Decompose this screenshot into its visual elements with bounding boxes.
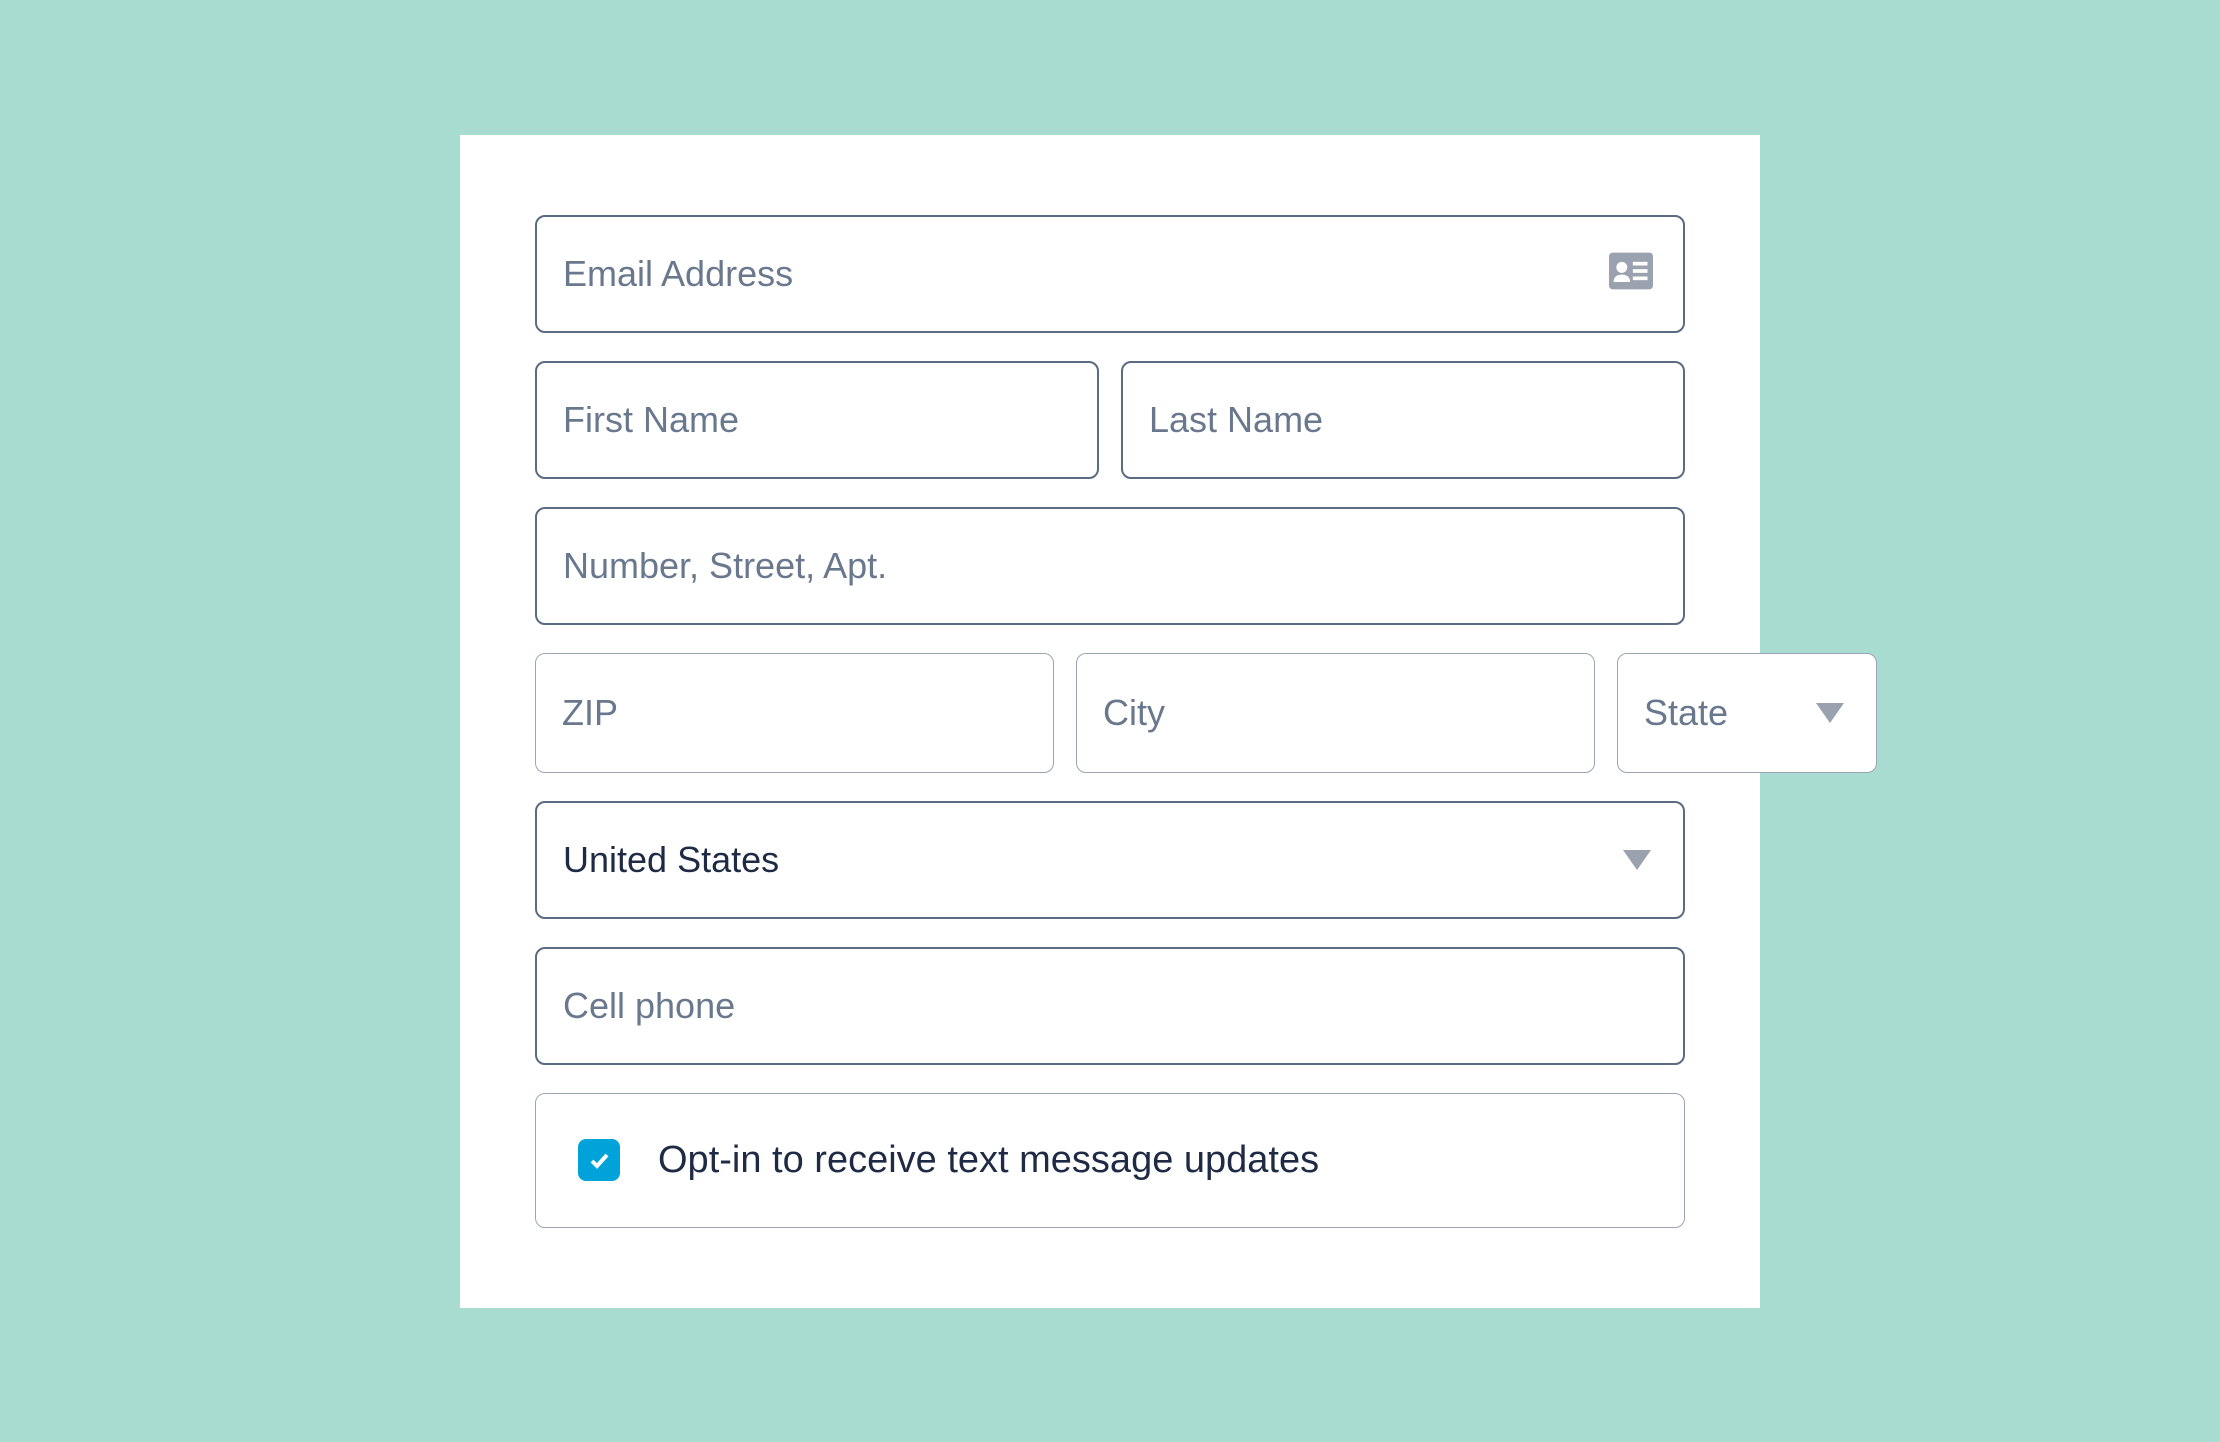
phone-wrapper bbox=[535, 947, 1685, 1065]
email-field[interactable] bbox=[563, 253, 1609, 295]
first-name-wrapper bbox=[535, 361, 1099, 479]
city-wrapper bbox=[1076, 653, 1595, 773]
last-name-field[interactable] bbox=[1149, 399, 1657, 441]
opt-in-checkbox[interactable] bbox=[578, 1139, 620, 1181]
email-field-wrapper bbox=[535, 215, 1685, 333]
first-name-field[interactable] bbox=[563, 399, 1071, 441]
contact-card-icon bbox=[1609, 252, 1653, 295]
street-wrapper bbox=[535, 507, 1685, 625]
country-select-value: United States bbox=[563, 839, 1623, 881]
last-name-wrapper bbox=[1121, 361, 1685, 479]
street-field[interactable] bbox=[563, 545, 1657, 587]
city-field[interactable] bbox=[1103, 692, 1568, 734]
form-card: State United States Opt-in to receive te… bbox=[460, 135, 1760, 1308]
opt-in-label: Opt-in to receive text message updates bbox=[658, 1139, 1319, 1182]
state-select[interactable]: State bbox=[1617, 653, 1877, 773]
phone-field[interactable] bbox=[563, 985, 1657, 1027]
caret-down-icon bbox=[1623, 850, 1651, 870]
zip-wrapper bbox=[535, 653, 1054, 773]
state-select-value: State bbox=[1644, 692, 1816, 734]
opt-in-row: Opt-in to receive text message updates bbox=[535, 1093, 1685, 1228]
country-select[interactable]: United States bbox=[535, 801, 1685, 919]
zip-field[interactable] bbox=[562, 692, 1027, 734]
caret-down-icon bbox=[1816, 703, 1844, 723]
